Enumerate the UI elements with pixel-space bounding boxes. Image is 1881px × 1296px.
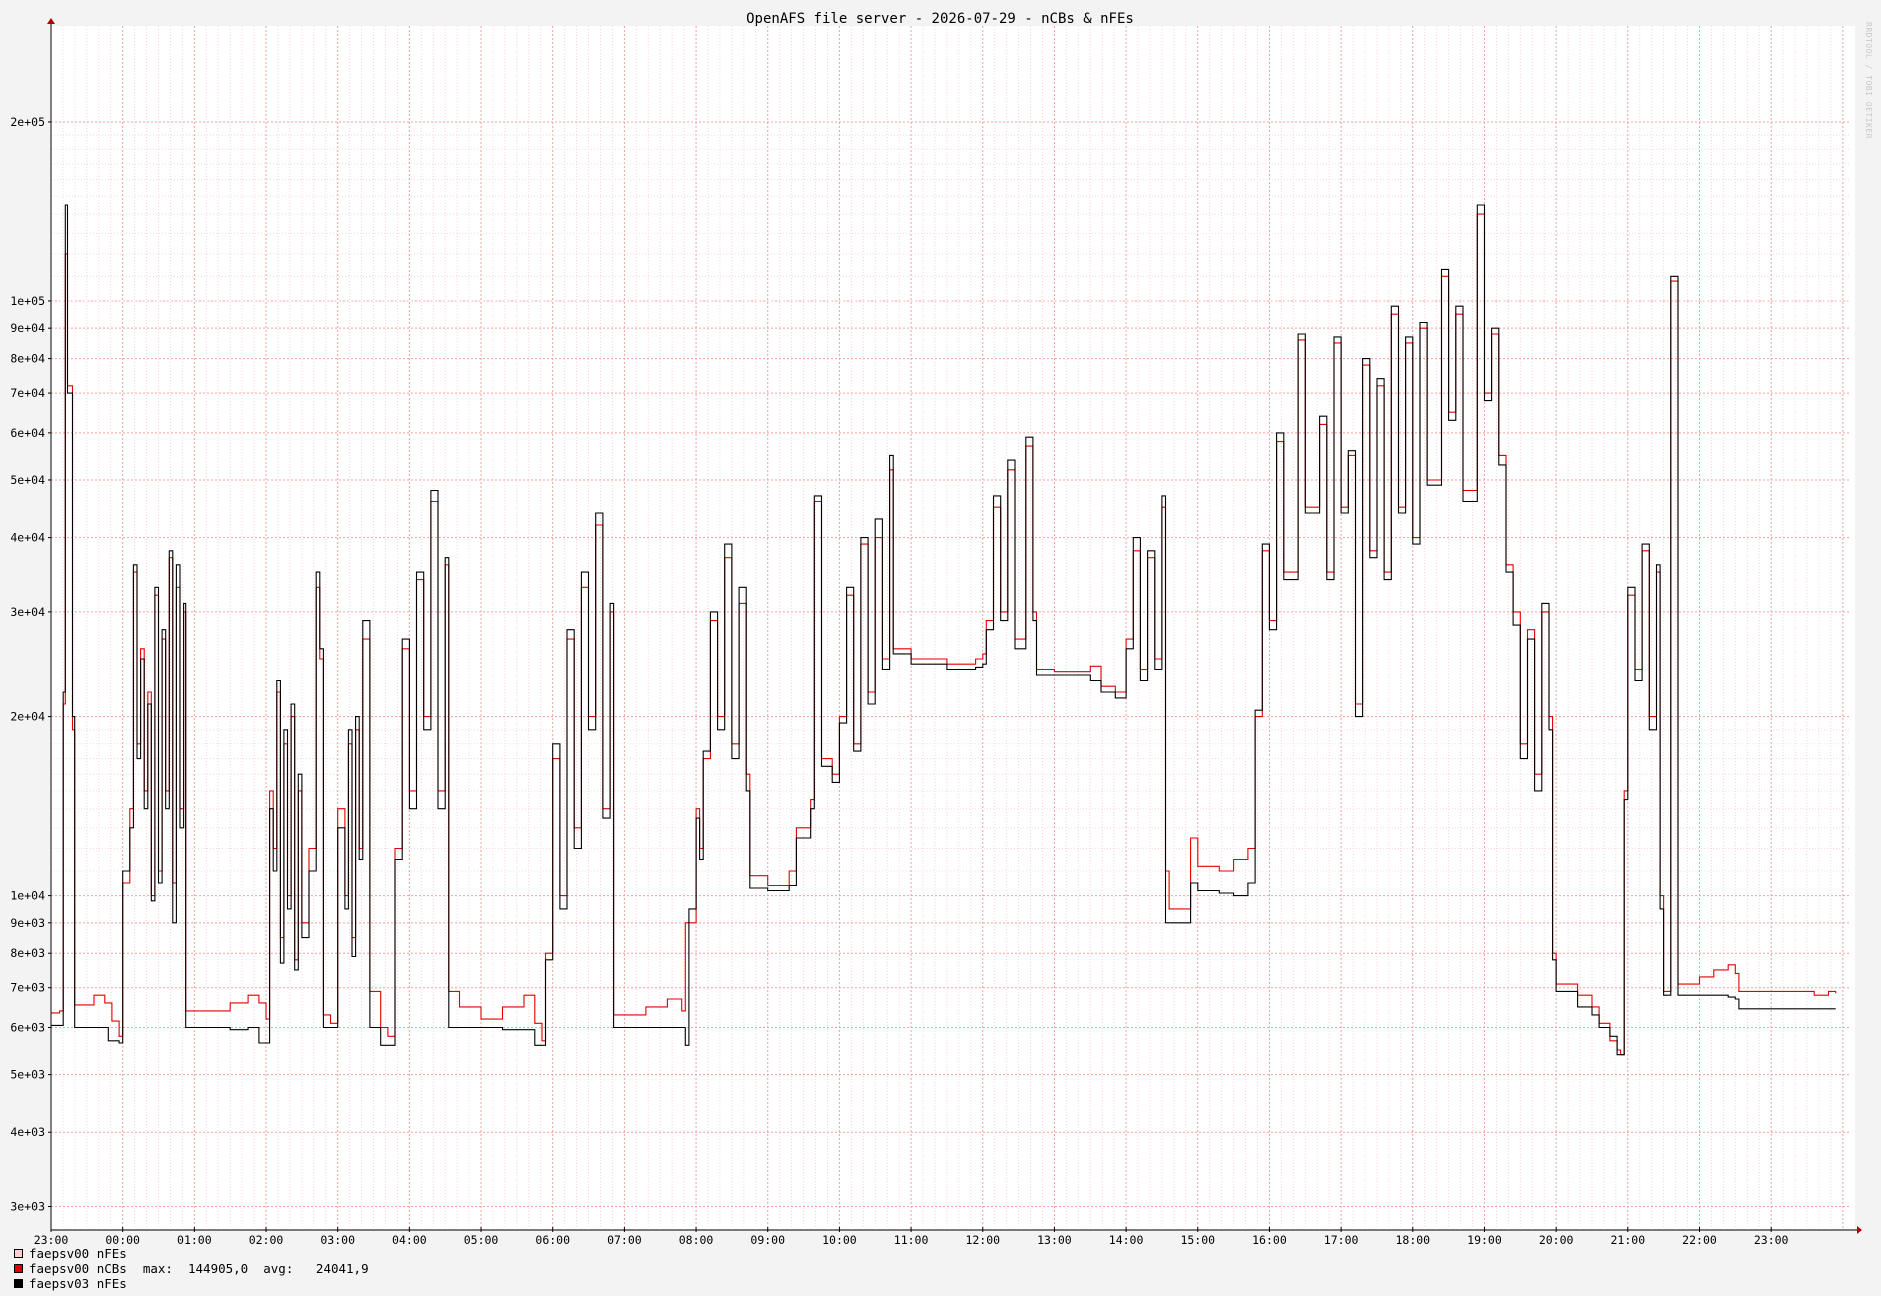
y-tick-label: 9e+04 xyxy=(10,321,45,335)
x-tick-label: 17:00 xyxy=(1324,1233,1359,1247)
x-tick-label: 10:00 xyxy=(822,1233,857,1247)
y-tick-label: 1e+05 xyxy=(10,294,45,308)
legend-label: faepsv00 nFEs xyxy=(29,1246,127,1261)
x-tick-label: 03:00 xyxy=(320,1233,355,1247)
y-tick-label: 9e+03 xyxy=(10,916,45,930)
x-tick-label: 11:00 xyxy=(894,1233,929,1247)
y-tick-label: 5e+04 xyxy=(10,473,45,487)
x-tick-label: 22:00 xyxy=(1682,1233,1717,1247)
x-tick-label: 06:00 xyxy=(535,1233,570,1247)
y-tick-label: 4e+03 xyxy=(10,1125,45,1139)
x-tick-label: 20:00 xyxy=(1539,1233,1574,1247)
x-tick-label: 19:00 xyxy=(1467,1233,1502,1247)
y-tick-label: 6e+03 xyxy=(10,1021,45,1035)
x-tick-label: 02:00 xyxy=(249,1233,284,1247)
x-tick-label: 01:00 xyxy=(177,1233,212,1247)
legend-label: faepsv03 nFEs xyxy=(29,1276,127,1291)
legend-stats: max: 144905,0 avg: 24041,9 xyxy=(142,1261,369,1276)
chart-title: OpenAFS file server - 2026-07-29 - nCBs … xyxy=(746,11,1134,27)
chart-canvas: OpenAFS file server - 2026-07-29 - nCBs … xyxy=(0,0,1881,1296)
legend-item: faepsv03 nFEs xyxy=(14,1276,369,1291)
x-tick-label: 13:00 xyxy=(1037,1233,1072,1247)
legend-swatch xyxy=(14,1279,23,1288)
x-tick-label: 23:00 xyxy=(34,1233,69,1247)
x-tick-label: 21:00 xyxy=(1611,1233,1646,1247)
y-tick-label: 7e+03 xyxy=(10,981,45,995)
plot-area xyxy=(50,26,1855,1229)
x-tick-label: 00:00 xyxy=(105,1233,140,1247)
legend: faepsv00 nFEs faepsv00 nCBs max: 144905,0… xyxy=(14,1246,369,1291)
y-tick-label: 7e+04 xyxy=(10,386,45,400)
x-tick-label: 18:00 xyxy=(1395,1233,1430,1247)
x-tick-label: 04:00 xyxy=(392,1233,427,1247)
rrdtool-watermark: RRDTOOL / TOBI OETIKER xyxy=(1864,22,1873,139)
x-tick-label: 14:00 xyxy=(1109,1233,1144,1247)
y-tick-label: 3e+04 xyxy=(10,605,45,619)
y-tick-label: 8e+03 xyxy=(10,946,45,960)
x-tick-label: 05:00 xyxy=(464,1233,499,1247)
legend-swatch xyxy=(14,1249,23,1258)
legend-item: faepsv00 nFEs xyxy=(14,1246,369,1261)
x-tick-label: 15:00 xyxy=(1180,1233,1215,1247)
x-tick-label: 16:00 xyxy=(1252,1233,1287,1247)
y-tick-label: 8e+04 xyxy=(10,352,45,366)
y-tick-label: 5e+03 xyxy=(10,1068,45,1082)
x-tick-label: 07:00 xyxy=(607,1233,642,1247)
legend-swatch xyxy=(14,1264,23,1273)
legend-label: faepsv00 nCBs xyxy=(29,1261,127,1276)
y-tick-label: 4e+04 xyxy=(10,531,45,545)
x-tick-label: 12:00 xyxy=(965,1233,1000,1247)
x-tick-label: 23:00 xyxy=(1754,1233,1789,1247)
y-tick-label: 2e+05 xyxy=(10,115,45,129)
y-tick-label: 1e+04 xyxy=(10,889,45,903)
legend-item: faepsv00 nCBs max: 144905,0 avg: 24041,9 xyxy=(14,1261,369,1276)
y-tick-label: 6e+04 xyxy=(10,426,45,440)
x-tick-label: 09:00 xyxy=(750,1233,785,1247)
x-tick-label: 08:00 xyxy=(679,1233,714,1247)
y-tick-label: 3e+03 xyxy=(10,1200,45,1214)
y-tick-label: 2e+04 xyxy=(10,710,45,724)
